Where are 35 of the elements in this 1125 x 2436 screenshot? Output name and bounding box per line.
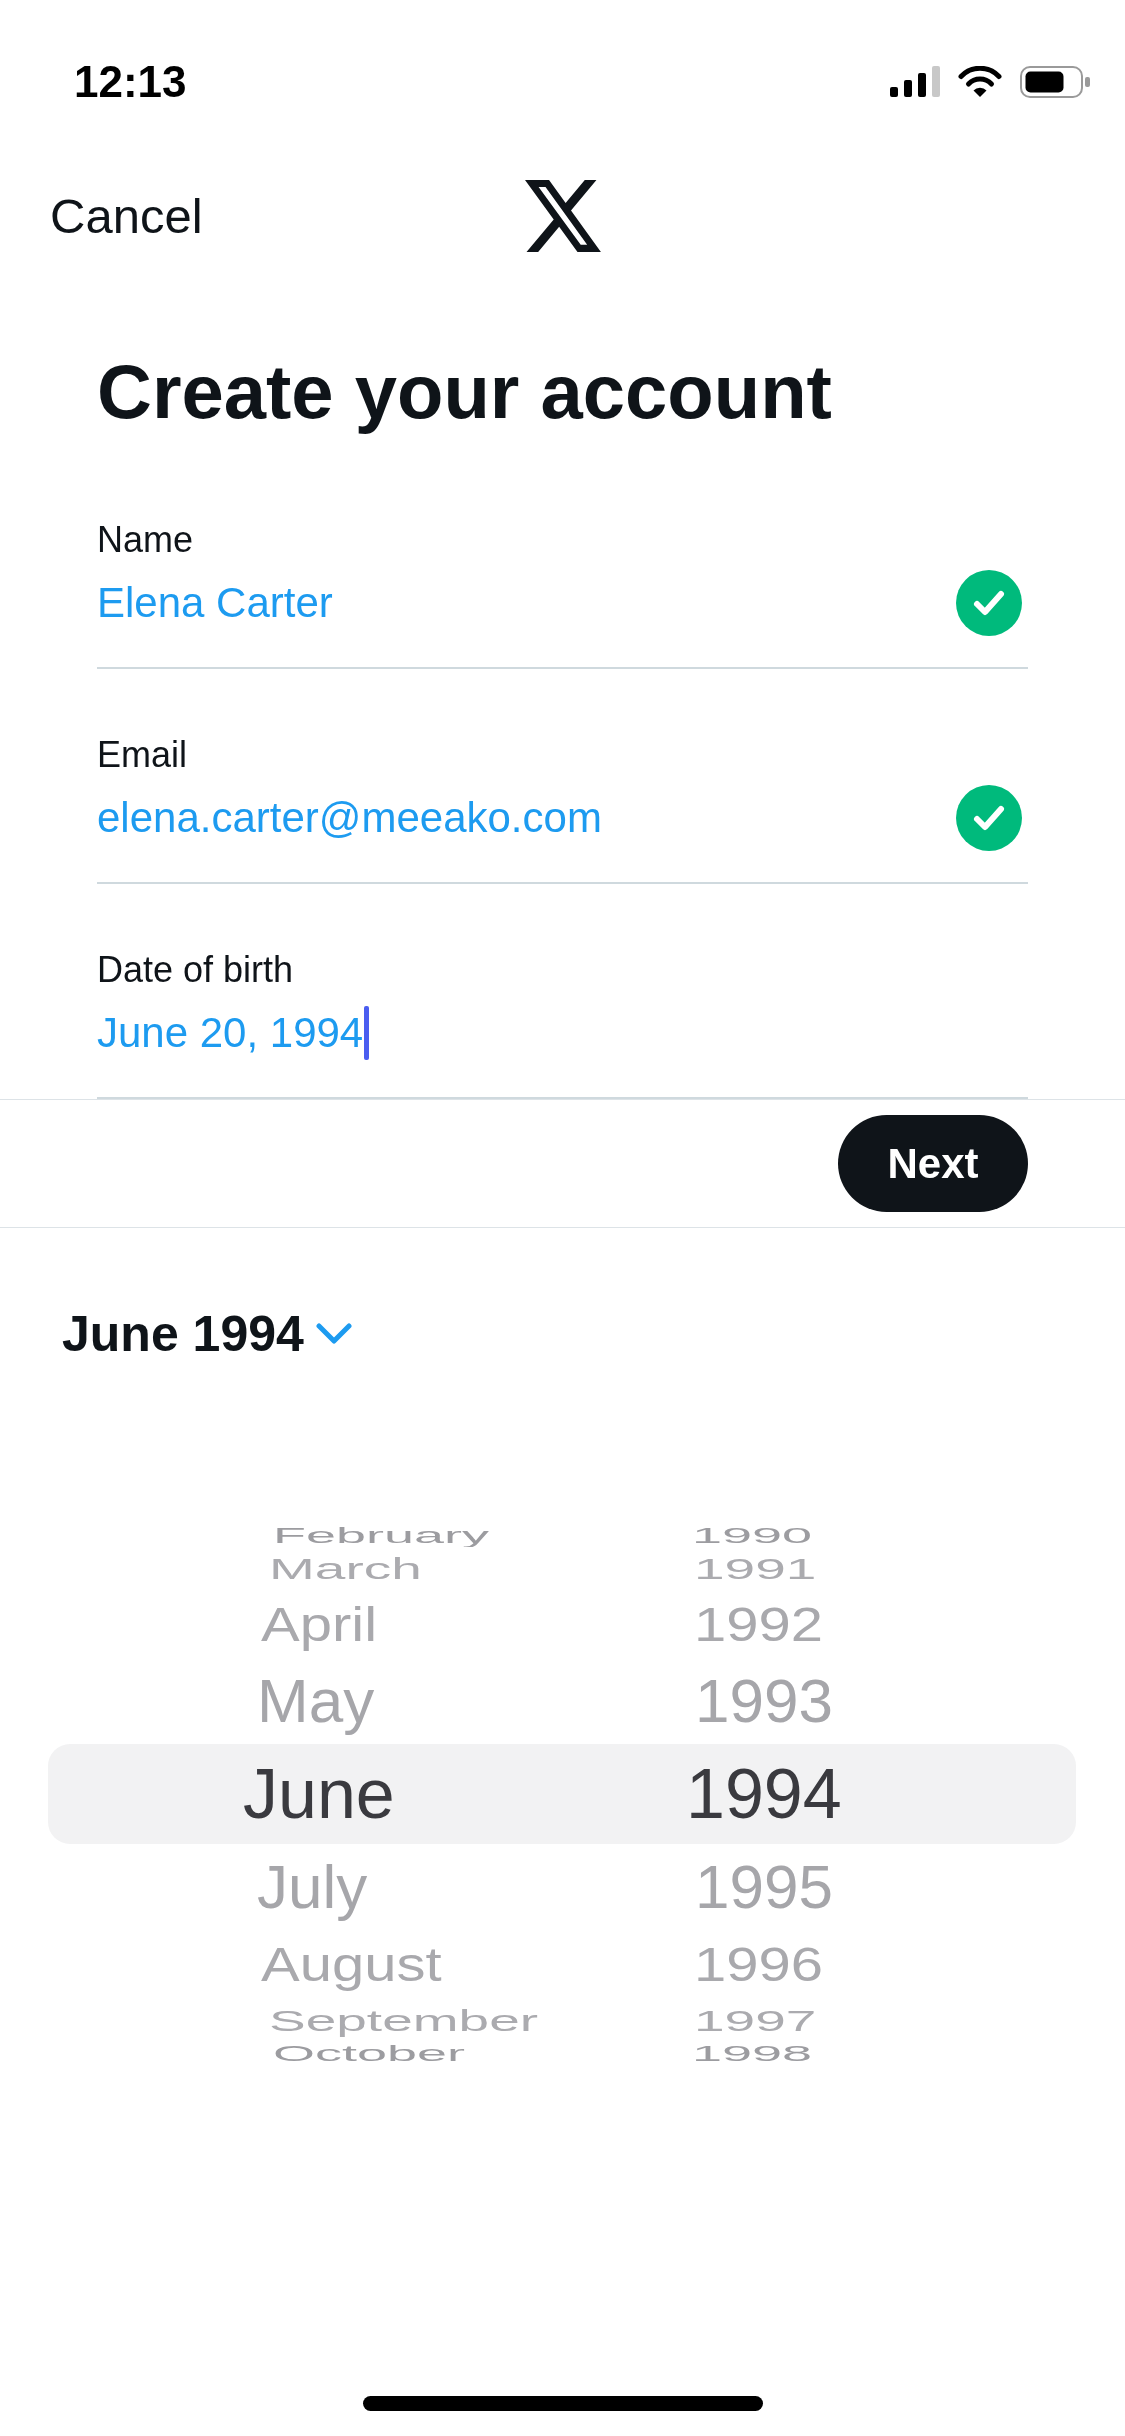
cancel-button[interactable]: Cancel	[50, 186, 203, 246]
field-label: Date of birth	[97, 948, 294, 992]
year-option[interactable]: 1991	[694, 1552, 817, 1584]
year-option[interactable]: 1990	[692, 1524, 813, 1546]
next-button[interactable]: Next	[838, 1115, 1028, 1212]
year-option[interactable]: 1992	[694, 1599, 824, 1649]
text-field[interactable]: June 20, 1994	[97, 1000, 1028, 1099]
month-option[interactable]: October	[273, 2042, 466, 2064]
month-option[interactable]: June	[243, 1759, 395, 1829]
year-option[interactable]: 1994	[686, 1759, 842, 1829]
text-cursor	[364, 1006, 370, 1060]
field-label: Email	[97, 733, 188, 777]
month-option[interactable]: August	[261, 1939, 442, 1989]
year-option[interactable]: 1996	[694, 1939, 824, 1989]
year-option[interactable]: 1995	[695, 1856, 833, 1918]
year-option[interactable]: 1993	[695, 1670, 833, 1732]
month-option[interactable]: February	[273, 1524, 490, 1546]
month-option[interactable]: March	[269, 1552, 422, 1584]
month-option[interactable]: September	[269, 2004, 539, 2036]
year-option[interactable]: 1998	[692, 2042, 813, 2064]
logo-icon	[524, 180, 601, 252]
month-option[interactable]: April	[261, 1599, 378, 1649]
signal-icon	[890, 66, 940, 98]
checkmark-icon	[956, 570, 1022, 636]
year-option[interactable]: 1997	[694, 2004, 817, 2036]
wifi-icon	[958, 66, 1002, 98]
month-year-button[interactable]: June 1994	[62, 1304, 352, 1364]
text-field[interactable]: elena.carter@meeako.com	[97, 785, 1028, 884]
page-title: Create your account	[97, 348, 832, 435]
text-field[interactable]: Elena Carter	[97, 570, 1028, 669]
chevron-down-icon	[315, 1323, 352, 1345]
checkmark-icon	[956, 785, 1022, 851]
battery-icon	[1020, 66, 1090, 98]
field-label: Name	[97, 518, 194, 562]
status-time: 12:13	[74, 60, 187, 104]
